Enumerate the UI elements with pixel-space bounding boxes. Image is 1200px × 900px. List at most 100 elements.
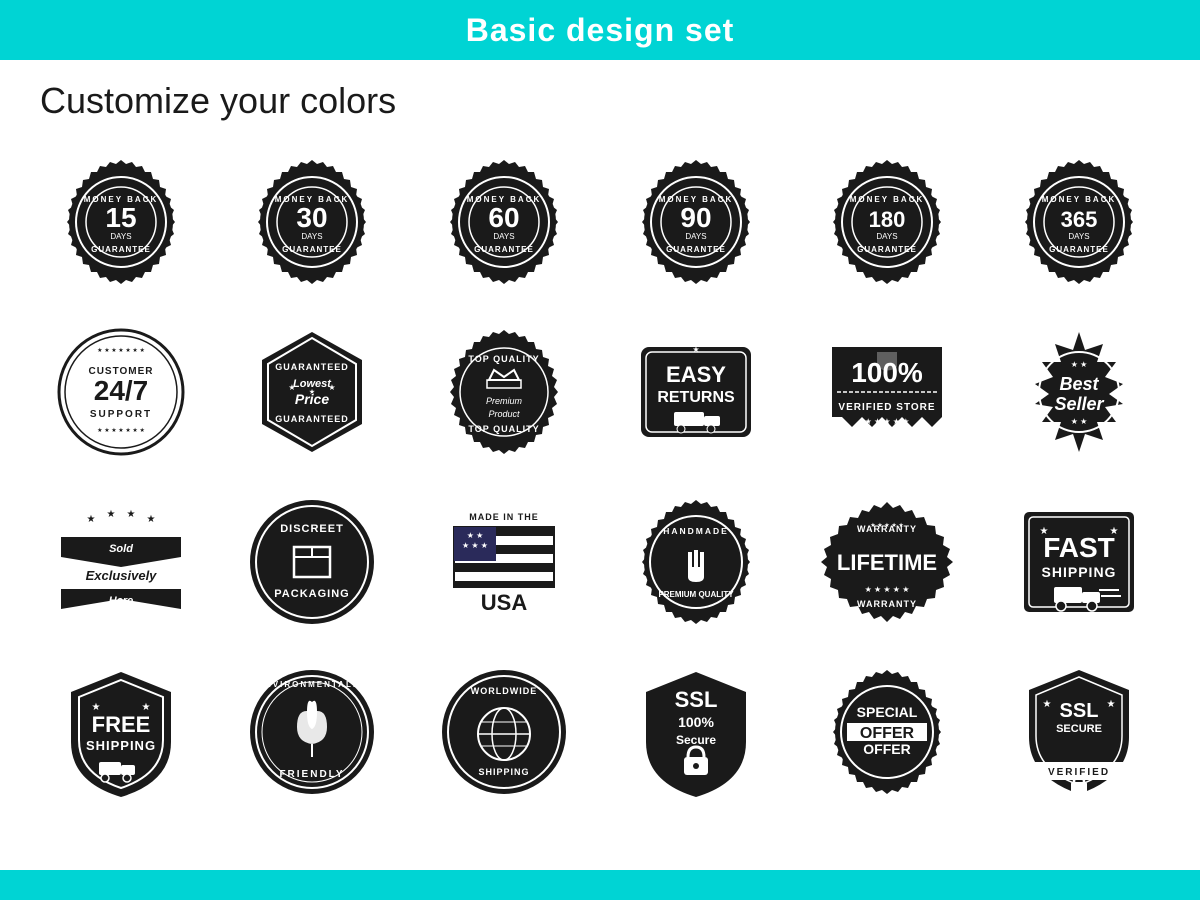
badge-money-back-180: MONEY BACK 180 DAYS GUARANTEE xyxy=(797,142,979,302)
svg-text:TOP QUALITY: TOP QUALITY xyxy=(469,354,540,364)
svg-text:365: 365 xyxy=(1061,207,1098,232)
badge-fast-shipping: ★ ★ FAST SHIPPING xyxy=(988,482,1170,642)
svg-text:FREE: FREE xyxy=(91,712,150,737)
svg-text:Secure: Secure xyxy=(676,733,716,747)
badge-made-in-usa: MADE IN THE ★ ★ ★ ★ ★ USA xyxy=(413,482,595,642)
svg-text:DAYS: DAYS xyxy=(494,232,515,241)
svg-text:★: ★ xyxy=(692,345,699,354)
svg-text:★ ★ ★ ★ ★: ★ ★ ★ ★ ★ xyxy=(871,522,905,529)
svg-text:Exclusively: Exclusively xyxy=(85,568,157,583)
svg-text:FAST: FAST xyxy=(1043,532,1115,563)
svg-text:★: ★ xyxy=(329,383,336,392)
svg-text:SHIPPING: SHIPPING xyxy=(86,738,156,753)
svg-text:SSL: SSL xyxy=(674,687,717,712)
svg-text:★: ★ xyxy=(309,388,315,396)
badge-handmade: HANDMADE PREMIUM QUALITY xyxy=(605,482,787,642)
svg-text:DAYS: DAYS xyxy=(877,232,898,241)
svg-text:100%: 100% xyxy=(678,714,714,730)
svg-text:★ ★: ★ ★ xyxy=(1071,360,1088,369)
svg-text:30: 30 xyxy=(297,202,328,233)
svg-text:FRIENDLY: FRIENDLY xyxy=(280,769,345,780)
svg-text:OFFER: OFFER xyxy=(864,741,911,757)
svg-text:EASY: EASY xyxy=(666,362,726,387)
badge-customer-247: ★ ★ ★ ★ ★ ★ ★ ★ ★ ★ ★ ★ ★ ★ CUSTOMER 24/… xyxy=(30,312,212,472)
svg-text:Product: Product xyxy=(489,409,521,419)
svg-text:OFFER: OFFER xyxy=(860,725,915,742)
svg-text:★: ★ xyxy=(106,509,115,520)
svg-text:WORLDWIDE: WORLDWIDE xyxy=(471,686,538,696)
svg-text:Premium: Premium xyxy=(486,396,523,406)
svg-text:GUARANTEE: GUARANTEE xyxy=(91,245,151,254)
svg-text:SUPPORT: SUPPORT xyxy=(90,409,152,420)
page-title: Basic design set xyxy=(466,12,735,49)
badge-best-seller: ★ ★ Best Seller ★ ★ xyxy=(988,312,1170,472)
svg-text:ENVIRONMENTALLY: ENVIRONMENTALLY xyxy=(258,680,367,689)
badge-free-shipping: ★ ★ FREE SHIPPING xyxy=(30,652,212,812)
svg-text:TOP QUALITY: TOP QUALITY xyxy=(469,424,540,434)
svg-text:MONEY BACK: MONEY BACK xyxy=(850,195,925,204)
svg-text:60: 60 xyxy=(489,202,520,233)
badge-money-back-15: MONEY BACK 15 DAYS GUARANTEE xyxy=(30,142,212,302)
svg-text:Best: Best xyxy=(1060,374,1100,394)
badge-ssl-verified: ★ ★ SSL SECURE VERIFIED xyxy=(988,652,1170,812)
svg-text:LIFETIME: LIFETIME xyxy=(837,550,937,575)
svg-text:RETURNS: RETURNS xyxy=(657,389,735,406)
svg-text:DISCREET: DISCREET xyxy=(281,523,345,535)
svg-text:DAYS: DAYS xyxy=(110,232,131,241)
badge-top-quality: TOP QUALITY Premium Product TOP QUALITY xyxy=(413,312,595,472)
svg-text:DAYS: DAYS xyxy=(1069,232,1090,241)
svg-text:Here: Here xyxy=(109,595,133,607)
badge-easy-returns: ★ EASY RETURNS xyxy=(605,312,787,472)
svg-text:GUARANTEE: GUARANTEE xyxy=(1049,245,1109,254)
svg-text:★: ★ xyxy=(86,514,95,525)
svg-text:GUARANTEE: GUARANTEE xyxy=(858,245,918,254)
svg-text:★: ★ xyxy=(146,514,155,525)
badge-eco-friendly: ENVIRONMENTALLY FRIENDLY xyxy=(222,652,404,812)
svg-text:MADE IN THE: MADE IN THE xyxy=(469,512,539,522)
svg-text:SHIPPING: SHIPPING xyxy=(479,767,530,777)
svg-text:★ ★ ★ ★ ★ ★ ★: ★ ★ ★ ★ ★ ★ ★ xyxy=(97,347,145,354)
svg-text:★: ★ xyxy=(1043,699,1052,710)
svg-text:★ ★ ★ ★ ★ ★ ★: ★ ★ ★ ★ ★ ★ ★ xyxy=(97,427,145,434)
svg-text:DAYS: DAYS xyxy=(302,232,323,241)
svg-text:GUARANTEED: GUARANTEED xyxy=(276,362,350,372)
svg-text:★ ★: ★ ★ xyxy=(1071,417,1088,426)
svg-text:★ ★ ★ ★ ★: ★ ★ ★ ★ ★ xyxy=(865,585,910,594)
badges-grid: MONEY BACK 15 DAYS GUARANTEE MONEY BACK … xyxy=(0,132,1200,822)
badge-lowest-price: GUARANTEED Lowest Price ★ GUARANTEED ★ ★ xyxy=(222,312,404,472)
svg-text:USA: USA xyxy=(481,590,528,615)
badge-worldwide-shipping: WORLDWIDE SHIPPING xyxy=(413,652,595,812)
svg-text:★ ★ ★ ★ ★: ★ ★ ★ ★ ★ xyxy=(865,417,910,426)
svg-text:100%: 100% xyxy=(852,357,924,388)
svg-text:MONEY BACK: MONEY BACK xyxy=(1042,195,1117,204)
svg-text:Sold: Sold xyxy=(109,543,133,555)
svg-text:DAYS: DAYS xyxy=(685,232,706,241)
badge-discreet-packaging: DISCREET PACKAGING xyxy=(222,482,404,642)
svg-text:90: 90 xyxy=(680,202,711,233)
svg-text:★: ★ xyxy=(289,383,296,392)
badge-special-offer: SPECIAL OFFER OFFER xyxy=(797,652,979,812)
badge-sold-exclusively: ★ ★ ★ ★ Sold Exclusively Here xyxy=(30,482,212,642)
svg-text:WARRANTY: WARRANTY xyxy=(857,599,917,609)
svg-text:SECURE: SECURE xyxy=(1056,723,1102,735)
svg-text:VERIFIED STORE: VERIFIED STORE xyxy=(839,402,936,413)
subtitle: Customize your colors xyxy=(40,80,1200,122)
svg-text:★: ★ xyxy=(126,509,135,520)
badge-money-back-90: MONEY BACK 90 DAYS GUARANTEE xyxy=(605,142,787,302)
svg-text:GUARANTEE: GUARANTEE xyxy=(666,245,726,254)
svg-text:★: ★ xyxy=(1107,699,1116,710)
svg-text:PACKAGING: PACKAGING xyxy=(275,588,350,600)
svg-text:★ ★ ★: ★ ★ ★ xyxy=(462,541,488,550)
badge-100-verified: 100% VERIFIED STORE ★ ★ ★ ★ ★ xyxy=(797,312,979,472)
badge-ssl-secure: SSL 100% Secure xyxy=(605,652,787,812)
svg-text:SHIPPING: SHIPPING xyxy=(1042,564,1117,580)
svg-text:GUARANTEE: GUARANTEE xyxy=(474,245,534,254)
svg-text:180: 180 xyxy=(869,207,906,232)
svg-text:HANDMADE: HANDMADE xyxy=(663,526,729,536)
badge-money-back-365: MONEY BACK 365 DAYS GUARANTEE xyxy=(988,142,1170,302)
svg-text:SSL: SSL xyxy=(1060,700,1099,722)
svg-text:GUARANTEED: GUARANTEED xyxy=(276,414,350,424)
svg-text:Seller: Seller xyxy=(1055,394,1105,414)
svg-text:GUARANTEE: GUARANTEE xyxy=(283,245,343,254)
bottom-bar xyxy=(0,870,1200,900)
